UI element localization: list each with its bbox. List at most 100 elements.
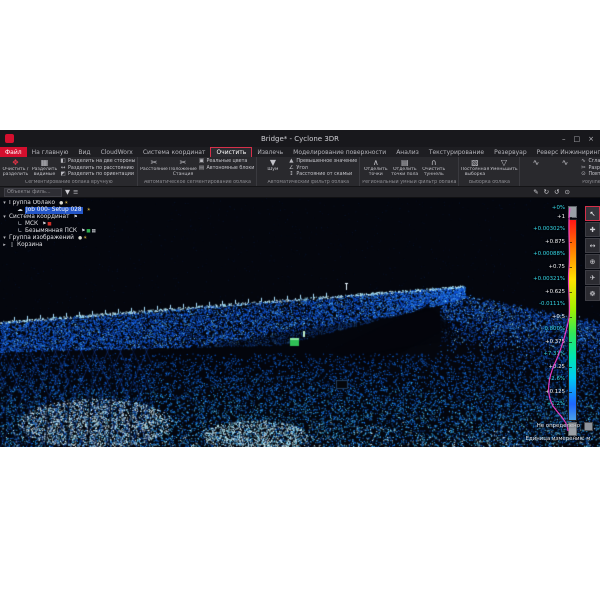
checker-badge-icon[interactable]: ▦ <box>92 229 96 235</box>
tree-item-Безымянная ПСК[interactable]: ∟Безымянная ПСК⚑■▦ <box>10 228 98 235</box>
close-button[interactable]: × <box>588 135 594 143</box>
ribbon-group-label: Polyline Editors <box>522 180 600 186</box>
ribbon-group: ∧Отделить точки земли▤Отделить точки пол… <box>360 157 459 186</box>
tree-item-label: Job 000- Setup 028 <box>25 207 83 214</box>
tab-Файл[interactable]: Файл <box>0 147 27 157</box>
pin-badge-icon[interactable]: ⚑ <box>81 229 85 235</box>
tab-Резервуар[interactable]: Резервуар <box>489 147 532 157</box>
color-scale-gradient <box>568 219 577 421</box>
Угол-button[interactable]: ∠Угол <box>288 166 357 172</box>
icon-button[interactable]: ∿ <box>551 158 578 167</box>
button-label: Сгладить ломаную линию <box>588 159 600 165</box>
orbit-ccw-icon[interactable]: ↺ <box>554 188 559 196</box>
Реальные цвета-button[interactable]: ▣Реальные цвета <box>198 159 254 165</box>
scissors-distance-icon: ✂ <box>151 158 158 167</box>
zoom-width-button[interactable]: ↔ <box>585 238 600 253</box>
pin-badge-icon[interactable]: ⚑ <box>42 222 46 228</box>
Уменьшить-button[interactable]: ▽Уменьшить <box>490 158 517 172</box>
tab-Извлечь[interactable]: Извлечь <box>252 147 288 157</box>
Превышенное значение-button[interactable]: ▲Превышенное значение <box>288 159 357 165</box>
Повторная выборка ломаной линии-button[interactable]: ⊙Повторная выборка ломаной линии <box>580 172 600 178</box>
fly-mode-button[interactable]: ✈ <box>585 270 600 285</box>
menu-icon[interactable]: ≡ <box>73 188 78 196</box>
sun-badge-icon[interactable]: ☀ <box>83 236 87 242</box>
pencil-icon[interactable]: ✎ <box>533 188 538 196</box>
tab-Анализ[interactable]: Анализ <box>391 147 424 157</box>
clean-tunnel-icon: ∩ <box>431 158 437 167</box>
button-label: Разделить видимые точки <box>31 167 58 177</box>
tab-CloudWorx[interactable]: CloudWorx <box>96 147 138 157</box>
scale-tick-label: +0.75 <box>548 264 565 270</box>
trash-icon: ▯ <box>9 242 15 249</box>
minimize-button[interactable]: – <box>562 135 566 143</box>
pin-badge-icon[interactable]: ⚑ <box>73 215 77 221</box>
Разделить по ориентации-button[interactable]: ◩Разделить по ориентации <box>60 172 135 178</box>
green-badge-icon[interactable]: ■ <box>86 229 90 235</box>
Разделить по расстоянию-button[interactable]: ↔Разделить по расстоянию <box>60 166 135 172</box>
tree-item-МСК[interactable]: ∟МСК⚑■ <box>10 221 98 228</box>
title-bar: Bridge* - Cyclone 3DR –□× <box>0 130 600 147</box>
tab-Система координат[interactable]: Система координат <box>138 147 211 157</box>
camera-mode-button[interactable]: ⊕ <box>585 254 600 269</box>
helicopter-mode-button[interactable]: ☸ <box>585 286 600 301</box>
tab-Реверс Инжиниринг[interactable]: Реверс Инжиниринг <box>532 147 600 157</box>
scale-percent-label: +0% <box>552 205 565 211</box>
objects-filter-input[interactable] <box>4 188 62 197</box>
restore-button[interactable]: □ <box>574 135 581 143</box>
Отделить точки пола-button[interactable]: ▤Отделить точки пола <box>391 158 418 177</box>
eye-badge-icon[interactable]: ● <box>59 201 63 207</box>
tree-item-Группа изображений[interactable]: ▾Группа изображений●☀ <box>2 235 98 242</box>
3d-viewport[interactable]: ▾Группа Облако●☀☁Job 000- Setup 028☀▾Сис… <box>0 198 600 447</box>
tab-На главную[interactable]: На главную <box>27 147 74 157</box>
select-cursor-button[interactable]: ↖ <box>585 206 600 221</box>
scale-tick-mark <box>569 217 572 218</box>
Постоянная выборка-button[interactable]: ▧Постоянная выборка <box>461 158 488 177</box>
sketch-polyline-icon: ∿ <box>533 158 540 167</box>
tab-Очистить[interactable]: Очистить <box>210 147 252 157</box>
ribbon-group: ✂Расстояние✂Положение Станция▣Реальные ц… <box>138 157 257 186</box>
tree-caret-icon[interactable]: ▸ <box>2 242 7 249</box>
button-label: Шум <box>267 167 278 172</box>
tab-Текстурирование[interactable]: Текстурирование <box>424 147 489 157</box>
color-scale-bar[interactable] <box>568 206 577 436</box>
Положение Станция-button[interactable]: ✂Положение Станция <box>169 158 196 177</box>
ribbon-group-label: Региональный умный фильтр облака <box>362 180 456 186</box>
icon-button[interactable]: ∿ <box>522 158 549 167</box>
Разделить видимые точки-button[interactable]: ▦Разделить видимые точки <box>31 158 58 177</box>
real-colors-icon: ▣ <box>198 159 204 165</box>
tree-item-Система координат[interactable]: ▾Система координат⚑ <box>2 214 98 221</box>
Отделить точки земли-button[interactable]: ∧Отделить точки земли <box>362 158 389 177</box>
Очистить / разделить-button[interactable]: ❖Очистить / разделить <box>2 158 29 177</box>
tree-item-label: Корзина <box>17 242 43 249</box>
scale-percent-label: +0.00088% <box>533 251 565 257</box>
screenshot: Bridge* - Cyclone 3DR –□× ФайлНа главную… <box>0 0 600 600</box>
tree-item-Job 000- Setup 028[interactable]: ☁Job 000- Setup 028☀ <box>10 207 98 214</box>
Шум-button[interactable]: ▼Шум <box>259 158 286 172</box>
red-badge-icon[interactable]: ■ <box>47 222 51 228</box>
not-defined-checkbox[interactable] <box>584 422 593 431</box>
tree-item-Группа Облако[interactable]: ▾Группа Облако●☀ <box>2 200 98 207</box>
bench-distance-icon: ↕ <box>288 172 294 178</box>
Сгладить ломаную линию-button[interactable]: ∿Сгладить ломаную линию <box>580 159 600 165</box>
Очистить туннель-button[interactable]: ∩Очистить туннель <box>420 158 447 177</box>
smooth-polyline-icon: ∿ <box>580 159 586 165</box>
Автономные блоки-button[interactable]: ▤Автономные блоки <box>198 166 254 172</box>
tree-caret-icon[interactable]: ▾ <box>2 235 7 242</box>
orbit-cw-icon[interactable]: ↻ <box>544 188 549 196</box>
pan-button[interactable]: ✚ <box>585 222 600 237</box>
eye-badge-icon[interactable]: ● <box>78 236 82 242</box>
ribbon: ❖Очистить / разделить▦Разделить видимые … <box>0 157 600 187</box>
eye-icon[interactable]: ⊙ <box>565 188 570 196</box>
tree-caret-icon[interactable]: ▾ <box>2 200 7 207</box>
tab-Моделирование поверхности[interactable]: Моделирование поверхности <box>288 147 391 157</box>
sun-badge-icon[interactable]: ☀ <box>87 208 91 214</box>
Расстояние от скамьи-button[interactable]: ↕Расстояние от скамьи <box>288 172 357 178</box>
tree-item-Корзина[interactable]: ▸▯Корзина <box>2 242 98 249</box>
sun-badge-icon[interactable]: ☀ <box>64 201 68 207</box>
Разделить на две стороны-button[interactable]: ◧Разделить на две стороны <box>60 159 135 165</box>
tree-caret-icon[interactable]: ▾ <box>2 214 7 221</box>
funnel-icon[interactable]: ▼ <box>65 188 70 196</box>
tab-Вид[interactable]: Вид <box>73 147 95 157</box>
scale-tick-mark <box>569 267 572 268</box>
Расстояние-button[interactable]: ✂Расстояние <box>140 158 167 172</box>
